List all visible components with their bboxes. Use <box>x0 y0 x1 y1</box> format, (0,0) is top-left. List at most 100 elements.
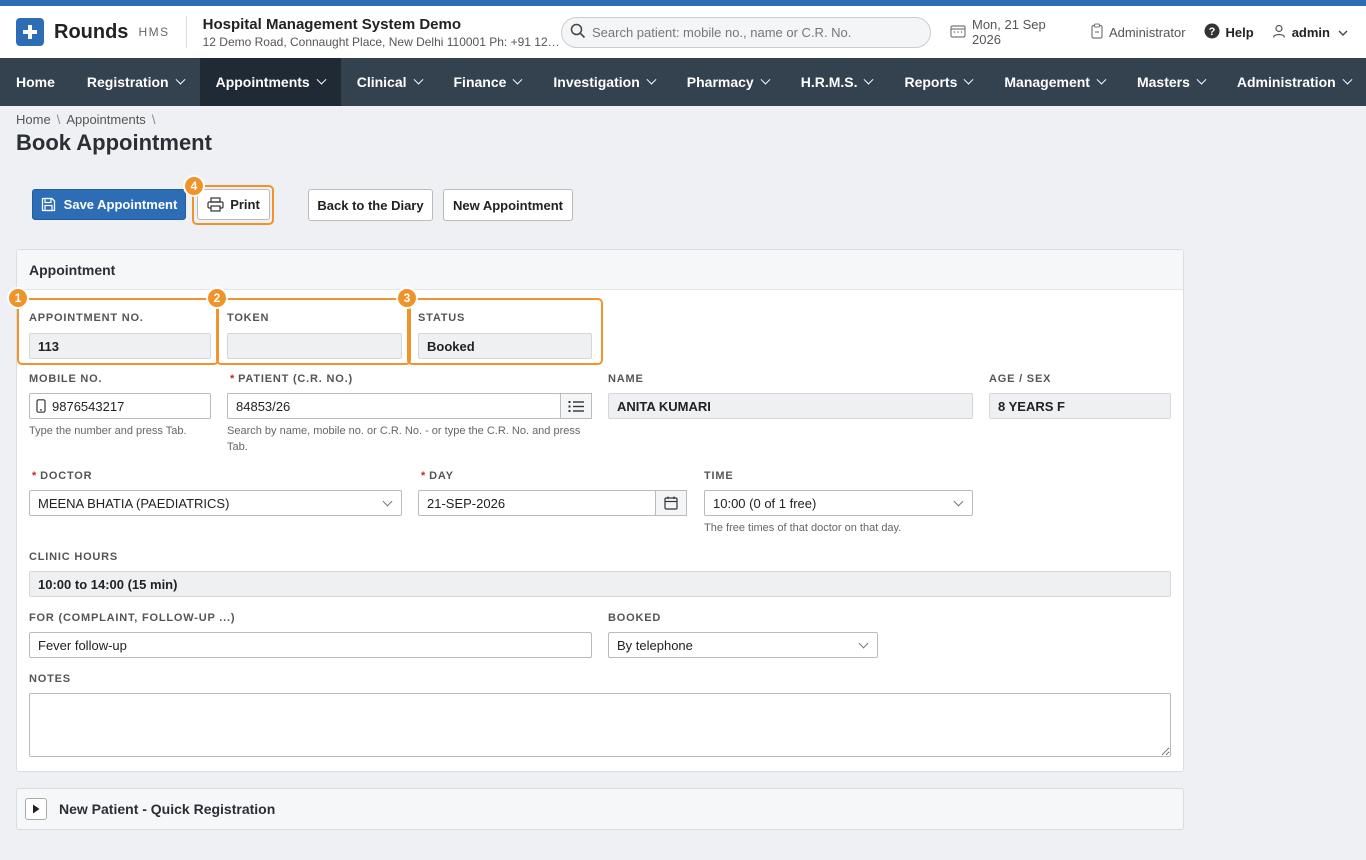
app-header: Rounds HMS Hospital Management System De… <box>0 6 1366 58</box>
mobile-phone-icon <box>36 399 46 413</box>
day-calendar-button[interactable] <box>655 490 687 516</box>
breadcrumb-separator: \ <box>56 112 61 127</box>
search-icon <box>570 23 586 42</box>
quick-registration-title: New Patient - Quick Registration <box>59 801 276 817</box>
calendar-icon <box>950 24 966 41</box>
day-label: * DAY <box>421 470 454 482</box>
plus-logo-icon <box>16 18 44 46</box>
save-appointment-button[interactable]: Save Appointment <box>32 189 186 220</box>
breadcrumb-separator: \ <box>151 112 156 127</box>
chevron-down-icon <box>864 74 874 85</box>
nav-finance[interactable]: Finance <box>438 58 538 106</box>
step-badge-2: 2 <box>206 287 228 309</box>
clinic-hours-field: 10:00 to 14:00 (15 min) <box>29 571 1171 597</box>
name-label: NAME <box>608 373 644 385</box>
user-name: admin <box>1291 24 1330 40</box>
panel-title: Appointment <box>17 250 1183 290</box>
date-text: Mon, 21 Sep 2026 <box>972 17 1046 47</box>
nav-label: H.R.M.S. <box>800 74 858 90</box>
breadcrumb-appointments[interactable]: Appointments <box>66 112 146 127</box>
user-menu[interactable]: admin <box>1272 24 1348 41</box>
notes-label: NOTES <box>29 673 71 685</box>
nav-pharmacy[interactable]: Pharmacy <box>671 58 785 106</box>
nav-masters[interactable]: Masters <box>1121 58 1221 106</box>
highlight-token <box>216 298 411 365</box>
step-badge-1: 1 <box>7 287 29 309</box>
breadcrumb-home[interactable]: Home <box>16 112 51 127</box>
nav-investigation[interactable]: Investigation <box>537 58 670 106</box>
nav-label: Home <box>16 74 55 90</box>
save-icon <box>41 197 56 212</box>
patient-label: * PATIENT (C.R. NO.) <box>230 373 353 385</box>
nav-registration[interactable]: Registration <box>71 58 200 106</box>
chevron-down-icon <box>512 74 523 85</box>
mobile-label: MOBILE NO. <box>29 373 103 385</box>
breadcrumb: Home \ Appointments \ <box>16 112 161 127</box>
step-badge-4: 4 <box>183 175 205 197</box>
patient-help: Search by name, mobile no. or C.R. No. -… <box>227 425 581 453</box>
header-date: Mon, 21 Sep 2026 <box>950 17 1073 47</box>
chevron-down-icon <box>1196 74 1207 85</box>
chevron-down-icon <box>1096 74 1107 85</box>
booked-select[interactable]: By telephone <box>608 632 878 658</box>
page-title: Book Appointment <box>16 130 212 155</box>
patient-field[interactable]: 84853/26 <box>227 393 561 419</box>
nav-management[interactable]: Management <box>988 58 1121 106</box>
chevron-down-icon <box>963 74 974 85</box>
chevron-down-icon <box>858 638 869 649</box>
doctor-value: MEENA BHATIA (PAEDIATRICS) <box>38 495 230 511</box>
hospital-address: 12 Demo Road, Connaught Place, New Delhi… <box>202 34 563 49</box>
patient-label-text: PATIENT (C.R. NO.) <box>238 373 353 385</box>
nav-label: Clinical <box>356 74 407 90</box>
time-value: 10:00 (0 of 1 free) <box>713 495 817 511</box>
nav-administration[interactable]: Administration <box>1221 58 1366 106</box>
for-field[interactable]: Fever follow-up <box>29 632 592 658</box>
mobile-help: Type the number and press Tab. <box>29 425 187 437</box>
nav-label: Investigation <box>553 74 640 90</box>
chevron-down-icon <box>382 496 393 507</box>
highlight-status <box>407 298 603 365</box>
nav-home[interactable]: Home <box>0 58 71 106</box>
doctor-select[interactable]: MEENA BHATIA (PAEDIATRICS) <box>29 490 402 516</box>
role-text: Administrator <box>1108 24 1186 40</box>
time-select[interactable]: 10:00 (0 of 1 free) <box>704 490 973 516</box>
chevron-down-icon <box>1342 74 1353 85</box>
day-label-text: DAY <box>429 470 454 482</box>
time-label: TIME <box>704 470 734 482</box>
patient-list-button[interactable] <box>560 393 592 419</box>
nav-appointments[interactable]: Appointments <box>199 58 341 106</box>
nav-reports[interactable]: Reports <box>888 58 988 106</box>
nav-hrms[interactable]: H.R.M.S. <box>785 58 889 106</box>
mobile-value: 9876543217 <box>52 398 125 414</box>
clinic-hours-label: CLINIC HOURS <box>29 551 119 563</box>
play-triangle-icon <box>32 804 40 814</box>
nav-label: Masters <box>1136 74 1190 90</box>
quick-registration-panel[interactable]: New Patient - Quick Registration <box>16 788 1184 830</box>
nav-label: Administration <box>1236 74 1336 90</box>
search-input[interactable] <box>592 25 930 40</box>
patient-search[interactable] <box>561 17 931 48</box>
expand-toggle[interactable] <box>25 798 47 820</box>
chevron-down-icon <box>413 74 423 85</box>
day-field[interactable]: 21-SEP-2026 <box>418 490 656 516</box>
chevron-down-icon <box>646 74 657 85</box>
help-link[interactable]: ? Help <box>1204 23 1254 42</box>
booked-label: BOOKED <box>608 612 662 624</box>
nav-label: Pharmacy <box>686 74 754 90</box>
new-label: New Appointment <box>452 197 563 213</box>
new-appointment-button[interactable]: New Appointment <box>443 189 573 221</box>
mobile-field[interactable]: 9876543217 <box>29 393 211 419</box>
chevron-down-icon <box>316 74 327 85</box>
nav-clinical[interactable]: Clinical <box>341 58 438 106</box>
help-icon: ? <box>1204 23 1220 42</box>
nav-label: Appointments <box>215 74 310 90</box>
highlight-appointment-no <box>17 298 219 365</box>
nav-label: Management <box>1004 74 1090 90</box>
age-sex-label: AGE / SEX <box>989 373 1052 385</box>
notes-textarea[interactable] <box>29 693 1171 757</box>
name-field: ANITA KUMARI <box>608 393 973 419</box>
doctor-label: * DOCTOR <box>32 470 92 482</box>
step-badge-3: 3 <box>396 287 418 309</box>
back-to-diary-button[interactable]: Back to the Diary <box>308 189 433 221</box>
calendar-icon <box>664 496 678 510</box>
